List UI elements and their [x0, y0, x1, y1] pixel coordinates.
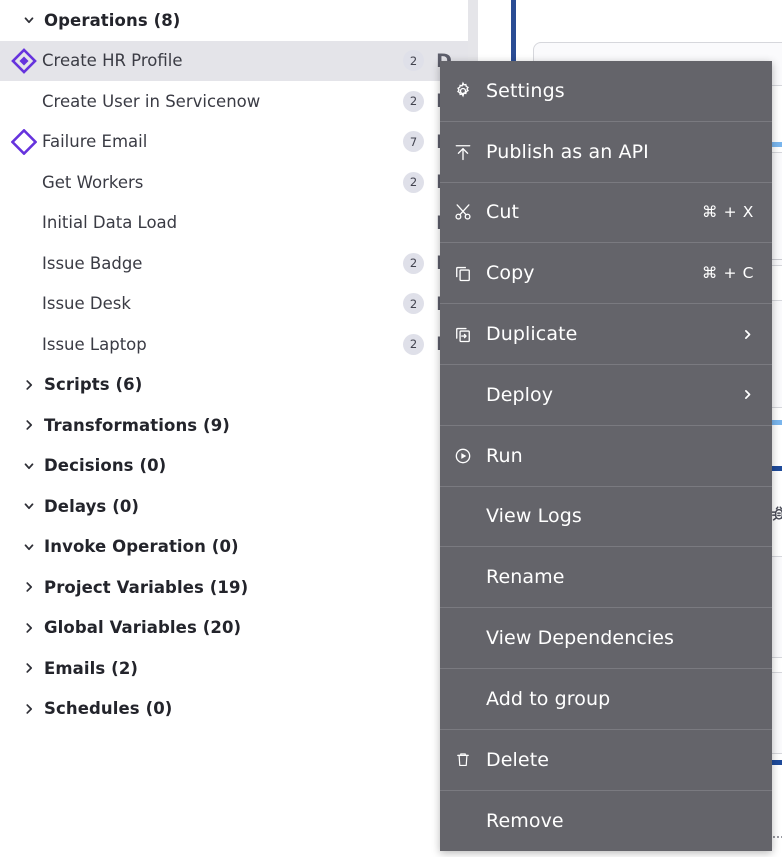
tree-group-global-variables[interactable]: Global Variables (20) — [0, 608, 468, 649]
tree-group-decisions[interactable]: Decisions (0) — [0, 446, 468, 487]
context-menu-item-add-to-group[interactable]: Add to group — [440, 669, 772, 730]
app-root: Operations (8) Create HR Profile 2 D Cre… — [0, 0, 782, 857]
tree-item-label: Issue Laptop — [42, 334, 147, 354]
context-menu-item-label: Delete — [486, 748, 550, 771]
context-menu-item-duplicate[interactable]: Duplicate — [440, 304, 772, 365]
tree-group-label: Project Variables (19) — [44, 577, 249, 597]
tree-item-label: Failure Email — [42, 132, 148, 152]
tree-item-failure-email[interactable]: Failure Email 7 D — [0, 122, 468, 163]
tree-group-label: Decisions (0) — [44, 456, 167, 476]
tree-item-initial-data-load[interactable]: Initial Data Load D — [0, 203, 468, 244]
context-menu-item-settings[interactable]: Settings — [440, 61, 772, 122]
tree-item-label: Issue Badge — [42, 253, 143, 273]
context-menu-item-label: Remove — [486, 809, 564, 832]
item-count-badge: 2 — [403, 333, 424, 355]
tree-item-label: Get Workers — [42, 172, 144, 192]
item-count-badge: 2 — [403, 252, 424, 274]
context-menu-item-label: Run — [486, 444, 523, 467]
diamond-filled-icon — [10, 47, 38, 75]
chevron-right-icon[interactable] — [22, 621, 40, 635]
tree-group-label: Emails (2) — [44, 658, 139, 678]
tree-item-get-workers[interactable]: Get Workers 2 D — [0, 162, 468, 203]
tree-group-schedules[interactable]: Schedules (0) — [0, 689, 468, 730]
context-menu-item-run[interactable]: Run — [440, 426, 772, 487]
item-count-badge: 2 — [403, 293, 424, 315]
context-menu-item-label: Add to group — [486, 687, 611, 710]
context-menu-item-remove[interactable]: Remove — [440, 791, 772, 852]
scissors-icon — [440, 202, 486, 222]
context-menu-item-label: Settings — [486, 79, 565, 102]
context-menu-item-delete[interactable]: Delete — [440, 730, 772, 791]
chevron-right-icon[interactable] — [22, 580, 40, 594]
context-menu-item-deploy[interactable]: Deploy — [440, 365, 772, 426]
tree-group-invoke-operation[interactable]: Invoke Operation (0) — [0, 527, 468, 568]
context-menu-item-label: View Logs — [486, 505, 582, 528]
context-menu-item-view-logs[interactable]: View Logs — [440, 487, 772, 548]
chevron-right-icon — [741, 328, 754, 341]
context-menu-item-publish-as-an-api[interactable]: Publish as an API — [440, 122, 772, 183]
item-count-badge: 2 — [403, 171, 424, 193]
chevron-down-icon[interactable] — [22, 13, 40, 27]
context-menu-item-cut[interactable]: Cut ⌘ + X — [440, 183, 772, 244]
tree-group-delays[interactable]: Delays (0) — [0, 486, 468, 527]
chevron-right-icon[interactable] — [22, 418, 40, 432]
duplicate-icon — [440, 324, 486, 344]
tree-item-label: Issue Desk — [42, 294, 131, 314]
trash-icon — [440, 750, 486, 769]
chevron-down-icon[interactable] — [22, 499, 40, 513]
tree-item-create-hr-profile[interactable]: Create HR Profile 2 D — [0, 40, 468, 81]
tree-item-issue-laptop[interactable]: Issue Laptop 2 D — [0, 324, 468, 365]
chevron-right-icon[interactable] — [22, 378, 40, 392]
keyboard-shortcut: ⌘ + X — [702, 203, 754, 222]
tree-group-label: Schedules (0) — [44, 699, 173, 719]
run-icon — [440, 446, 486, 466]
tree-group-emails[interactable]: Emails (2) — [0, 648, 468, 689]
context-menu-item-label: View Dependencies — [486, 627, 675, 650]
tree-group-project-variables[interactable]: Project Variables (19) — [0, 567, 468, 608]
tree-group-label: Invoke Operation (0) — [44, 537, 239, 557]
project-tree-panel[interactable]: Operations (8) Create HR Profile 2 D Cre… — [0, 0, 468, 857]
chevron-right-icon[interactable] — [22, 702, 40, 716]
tree-item-label: Create HR Profile — [42, 51, 183, 71]
tree-group-label: Transformations (9) — [44, 415, 230, 435]
item-count-badge: 7 — [403, 131, 424, 153]
item-count-badge: 2 — [403, 50, 424, 72]
tree-group-operations[interactable]: Operations (8) — [0, 0, 468, 41]
context-menu-item-rename[interactable]: Rename — [440, 547, 772, 609]
chevron-right-icon[interactable] — [22, 661, 40, 675]
context-menu-item-label: Publish as an API — [486, 140, 649, 163]
context-menu-item-view-dependencies[interactable]: View Dependencies — [440, 608, 772, 669]
context-menu-item-label: Deploy — [486, 383, 554, 406]
context-menu-item-label: Rename — [486, 566, 565, 589]
tree-group-label: Global Variables (20) — [44, 618, 242, 638]
diamond-outline-icon — [10, 128, 38, 156]
chevron-right-icon — [741, 388, 754, 401]
tree-item-label: Create User in Servicenow — [42, 91, 261, 111]
tree-item-label: Initial Data Load — [42, 213, 178, 233]
canvas-blue-rail — [511, 0, 516, 62]
tree-group-label: Delays (0) — [44, 496, 140, 516]
context-menu-item-label: Cut — [486, 201, 520, 224]
tree-group-label: Operations (8) — [44, 10, 181, 30]
tree-item-create-user-in-servicenow[interactable]: Create User in Servicenow 2 D — [0, 81, 468, 122]
context-menu-item-label: Duplicate — [486, 323, 578, 346]
item-count-badge: 2 — [403, 90, 424, 112]
copy-icon — [440, 263, 486, 283]
chevron-down-icon[interactable] — [22, 459, 40, 473]
tree-group-label: Scripts (6) — [44, 375, 143, 395]
chevron-down-icon[interactable] — [22, 540, 40, 554]
publish-icon — [440, 141, 486, 163]
context-menu[interactable]: Settings Publish as an API Cut ⌘ + X Cop… — [440, 61, 772, 852]
tree-group-scripts[interactable]: Scripts (6) — [0, 365, 468, 406]
context-menu-item-label: Copy — [486, 262, 535, 285]
tree-group-transformations[interactable]: Transformations (9) — [0, 405, 468, 446]
tree-item-issue-desk[interactable]: Issue Desk 2 D — [0, 284, 468, 325]
tree-item-issue-badge[interactable]: Issue Badge 2 D — [0, 243, 468, 284]
gear-icon — [440, 81, 486, 101]
context-menu-item-copy[interactable]: Copy ⌘ + C — [440, 243, 772, 305]
keyboard-shortcut: ⌘ + C — [701, 264, 754, 283]
